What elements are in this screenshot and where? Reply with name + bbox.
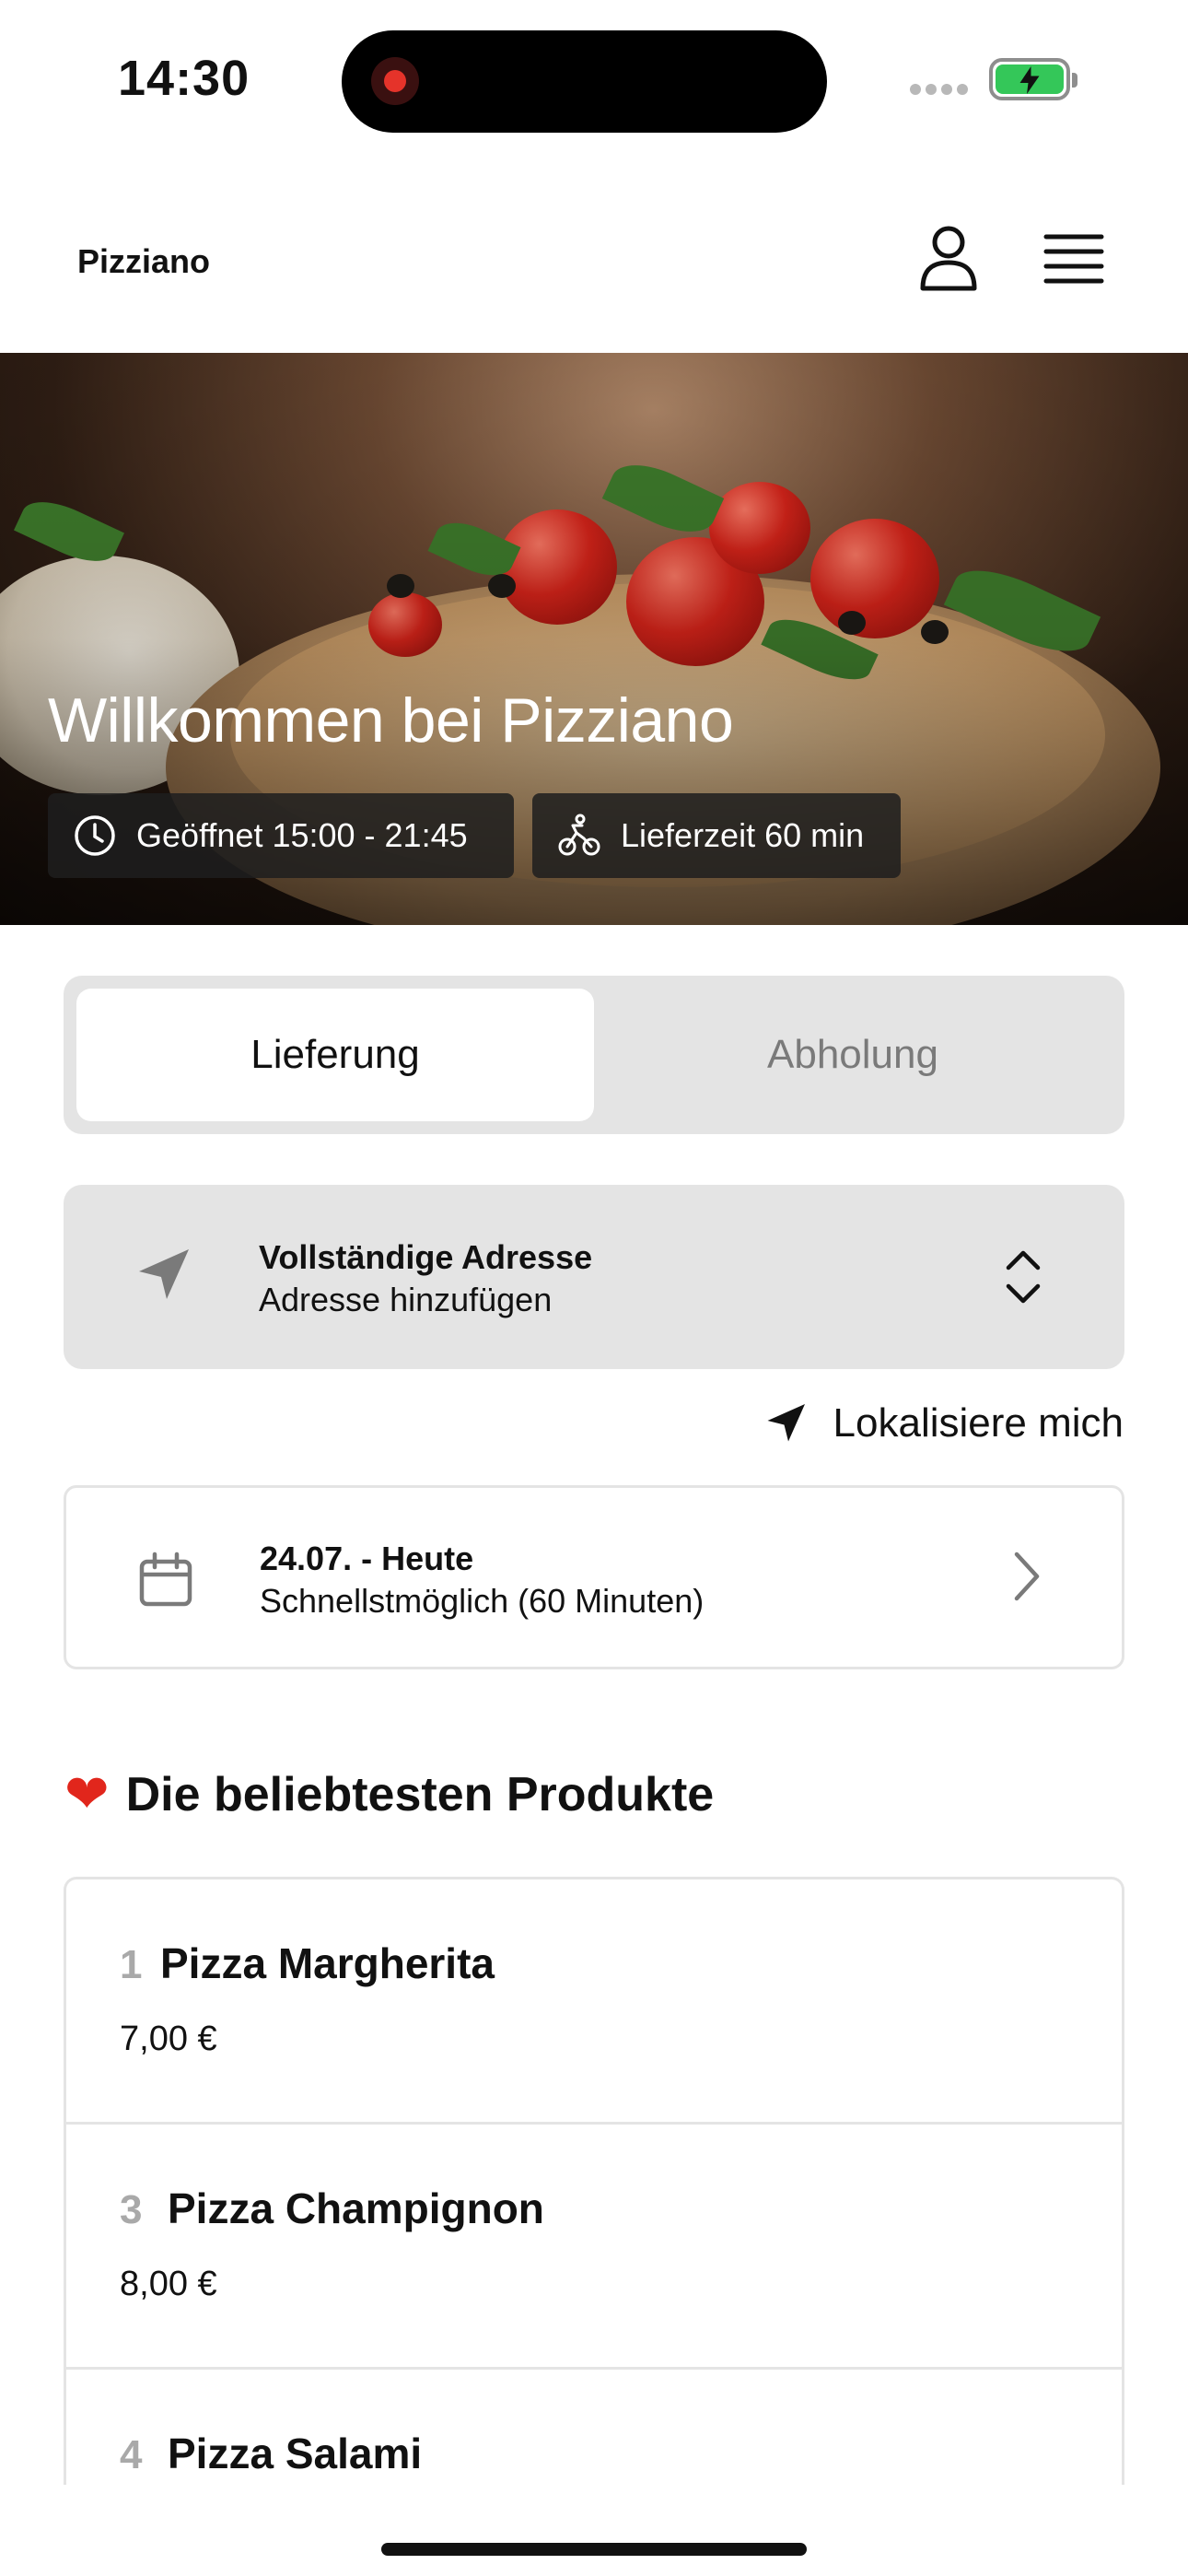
signal-icon [910, 83, 974, 96]
battery-icon [989, 58, 1077, 100]
product-rank: 4 [120, 2432, 143, 2477]
recording-indicator-icon [371, 57, 419, 105]
tab-pickup[interactable]: Abholung [594, 989, 1112, 1121]
opening-hours-badge: Geöffnet 15:00 - 21:45 [48, 793, 514, 878]
opening-hours-text: Geöffnet 15:00 - 21:45 [136, 816, 468, 854]
tab-delivery[interactable]: Lieferung [76, 989, 594, 1121]
chevron-right-icon [1014, 1551, 1040, 1601]
product-name: Pizza Margherita [160, 1939, 495, 1987]
product-item[interactable]: 4 Pizza Salami [66, 2370, 1122, 2485]
product-price: 7,00 € [120, 2020, 217, 2058]
product-name: Pizza Salami [168, 2430, 423, 2477]
clock-icon [75, 815, 115, 856]
popular-products-list: 1 Pizza Margherita 7,00 € 3 Pizza Champi… [64, 1877, 1124, 2485]
hero-title: Willkommen bei Pizziano [48, 685, 734, 755]
app-header: Pizziano [0, 161, 1188, 353]
product-name: Pizza Champignon [168, 2184, 544, 2232]
delivery-time-text: Lieferzeit 60 min [621, 816, 865, 854]
status-bar: 14:30 [0, 0, 1188, 161]
product-item[interactable]: 1 Pizza Margherita 7,00 € [66, 1879, 1122, 2125]
bicycle-courier-icon [558, 814, 600, 856]
address-subtitle: Adresse hinzufügen [259, 1281, 553, 1318]
user-icon [920, 226, 977, 291]
popular-products-heading: ❤ Die beliebtesten Produkte [64, 1767, 714, 1822]
hero-banner: Willkommen bei Pizziano Geöffnet 15:00 -… [0, 353, 1188, 925]
brand-name[interactable]: Pizziano [77, 242, 210, 281]
chevron-up-down-icon [1006, 1250, 1041, 1304]
calendar-icon [139, 1551, 192, 1607]
status-time: 14:30 [118, 51, 250, 106]
date-subtitle: Schnellstmöglich (60 Minuten) [260, 1582, 705, 1620]
location-arrow-icon [767, 1404, 805, 1442]
popular-products-title: Die beliebtesten Produkte [125, 1768, 715, 1821]
location-arrow-icon [139, 1249, 189, 1299]
menu-icon [1043, 234, 1104, 284]
locate-me-label: Lokalisiere mich [833, 1400, 1124, 1446]
product-price: 8,00 € [120, 2265, 217, 2303]
delivery-time-badge: Lieferzeit 60 min [532, 793, 901, 878]
product-rank: 3 [120, 2187, 143, 2232]
product-item[interactable]: 3 Pizza Champignon 8,00 € [66, 2125, 1122, 2370]
menu-button[interactable] [1037, 226, 1111, 290]
address-selector[interactable]: Vollständige Adresse Adresse hinzufügen [64, 1185, 1124, 1369]
address-title: Vollständige Adresse [259, 1238, 593, 1276]
product-rank: 1 [120, 1942, 143, 1987]
order-mode-toggle: Lieferung Abholung [64, 976, 1124, 1134]
date-title: 24.07. - Heute [260, 1540, 474, 1577]
dynamic-island [342, 30, 827, 133]
locate-me-button[interactable]: Lokalisiere mich [763, 1400, 1124, 1446]
home-indicator[interactable] [381, 2543, 807, 2556]
heart-icon: ❤ [64, 1764, 110, 1824]
profile-button[interactable] [912, 222, 985, 296]
delivery-time-selector[interactable]: 24.07. - Heute Schnellstmöglich (60 Minu… [64, 1485, 1124, 1669]
